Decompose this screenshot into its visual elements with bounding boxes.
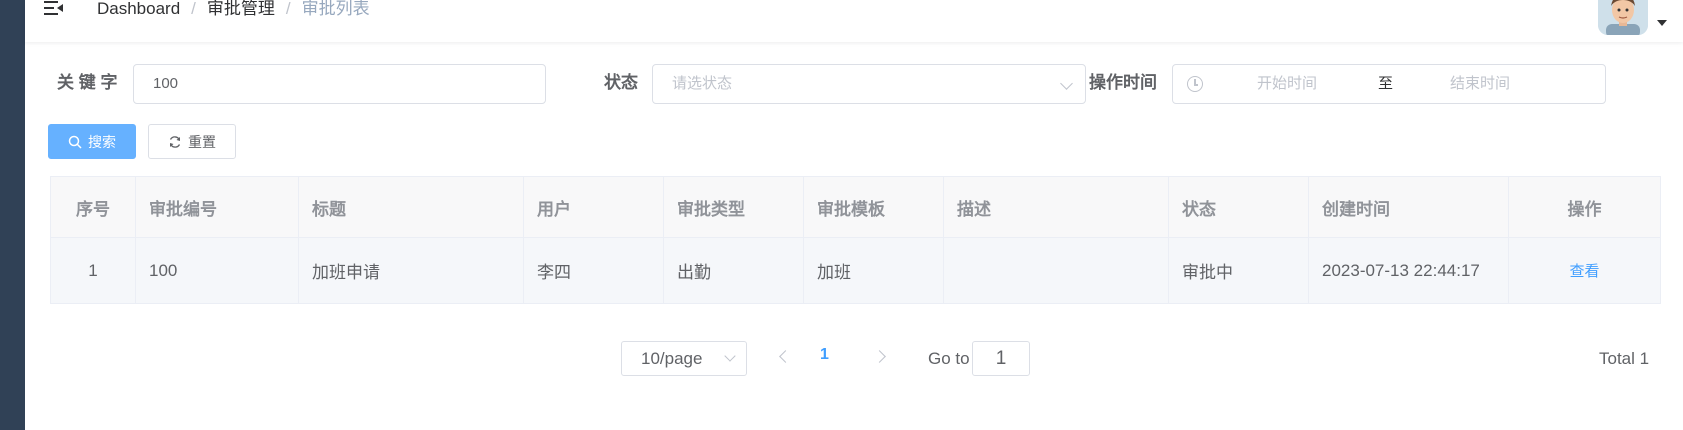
user-avatar-icon <box>1598 0 1648 35</box>
col-description: 描述 <box>944 177 1169 237</box>
view-link[interactable]: 查看 <box>1569 260 1599 281</box>
chevron-down-icon <box>724 350 736 362</box>
range-separator: 至 <box>1378 75 1394 92</box>
col-user: 用户 <box>524 177 664 237</box>
breadcrumb: Dashboard / 审批管理 / 审批列表 <box>97 0 370 20</box>
keyword-input[interactable]: 100 <box>133 64 546 104</box>
table-header: 序号 审批编号 标题 用户 审批类型 审批模板 描述 状态 创建时间 操作 <box>51 177 1660 238</box>
caret-down-icon[interactable] <box>1657 20 1667 26</box>
breadcrumb-separator: / <box>191 0 196 18</box>
reset-button-label: 重置 <box>188 133 216 150</box>
approval-table: 序号 审批编号 标题 用户 审批类型 审批模板 描述 状态 创建时间 操作 1 … <box>50 176 1661 304</box>
breadcrumb-dashboard[interactable]: Dashboard <box>97 0 180 20</box>
col-type: 审批类型 <box>664 177 804 237</box>
search-button-label: 搜索 <box>88 133 116 150</box>
total-count: Total 1 <box>1599 349 1650 368</box>
breadcrumb-separator: / <box>285 0 291 18</box>
col-index: 序号 <box>51 177 136 237</box>
cell-status: 审批中 <box>1169 238 1309 303</box>
breadcrumb-approval-list: 审批列表 <box>301 0 370 18</box>
time-range-picker[interactable]: 开始时间 至 结束时间 <box>1172 64 1606 104</box>
page-size-select[interactable]: 10/page <box>621 341 747 376</box>
status-select[interactable]: 请选状态 <box>652 64 1086 104</box>
reset-button[interactable]: 重置 <box>148 124 236 159</box>
status-placeholder: 请选状态 <box>672 75 733 92</box>
page-size-value: 10/page <box>641 349 703 368</box>
keyword-value: 100 <box>153 75 179 92</box>
breadcrumb-approval-management: 审批管理 <box>206 0 275 18</box>
col-action: 操作 <box>1567 199 1602 219</box>
cell-title: 加班申请 <box>299 238 524 303</box>
cell-action: 查看 <box>1509 238 1660 303</box>
table-row: 1 100 加班申请 李四 出勤 加班 审批中 2023-07-13 22:44… <box>51 238 1660 303</box>
search-button[interactable]: 搜索 <box>48 124 136 159</box>
start-time-input[interactable]: 开始时间 <box>1257 65 1317 103</box>
cell-type: 出勤 <box>664 238 804 303</box>
navbar: Dashboard / 审批管理 / 审批列表 <box>25 0 1683 42</box>
col-created-at: 创建时间 <box>1309 177 1509 237</box>
hamburger-icon[interactable] <box>43 0 65 20</box>
sidebar <box>0 0 25 430</box>
avatar[interactable] <box>1598 0 1648 35</box>
col-approval-no: 审批编号 <box>136 177 299 237</box>
cell-approval-no: 100 <box>136 238 299 303</box>
chevron-down-icon <box>1060 77 1073 90</box>
cell-description <box>944 238 1169 303</box>
goto-input[interactable]: 1 <box>972 341 1030 376</box>
refresh-icon <box>169 135 181 148</box>
status-label: 状态 <box>604 73 638 92</box>
prev-page-icon[interactable] <box>779 350 792 363</box>
goto-label: Go to <box>928 349 970 368</box>
cell-user: 李四 <box>524 238 664 303</box>
cell-created-at: 2023-07-13 22:44:17 <box>1309 238 1509 303</box>
col-status: 状态 <box>1169 177 1309 237</box>
clock-icon <box>1187 76 1203 92</box>
search-icon <box>68 135 82 149</box>
col-title: 标题 <box>299 177 524 237</box>
time-label: 操作时间 <box>1089 73 1157 92</box>
cell-index: 1 <box>51 238 136 303</box>
page-number-1[interactable]: 1 <box>820 346 829 364</box>
end-time-input[interactable]: 结束时间 <box>1450 65 1510 103</box>
next-page-icon[interactable] <box>873 350 886 363</box>
cell-template: 加班 <box>804 238 944 303</box>
keyword-label: 关 键 字 <box>57 73 118 92</box>
col-template: 审批模板 <box>804 177 944 237</box>
